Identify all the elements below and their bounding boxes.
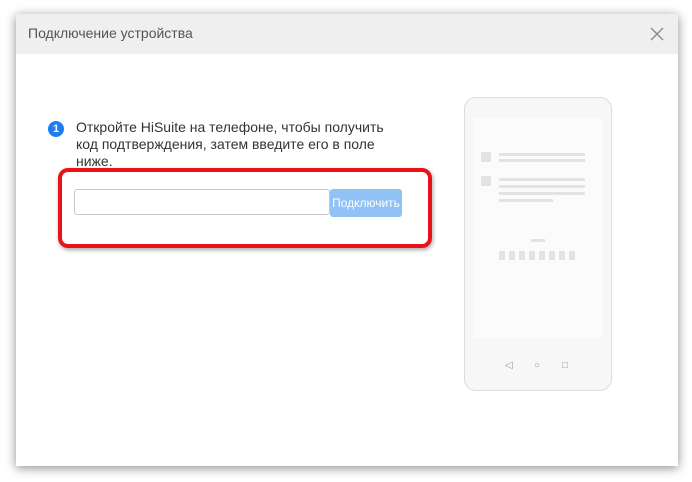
placeholder-dash bbox=[531, 239, 545, 242]
placeholder-code-cell bbox=[519, 251, 525, 260]
close-icon[interactable] bbox=[648, 25, 666, 43]
placeholder-line bbox=[499, 159, 585, 162]
placeholder-line bbox=[499, 185, 585, 188]
placeholder-checkbox bbox=[481, 152, 491, 162]
placeholder-line bbox=[499, 153, 585, 156]
placeholder-code-cell bbox=[569, 251, 575, 260]
placeholder-code-cell bbox=[529, 251, 535, 260]
placeholder-checkbox bbox=[481, 176, 491, 186]
phone-illustration: ◁ ○ □ bbox=[464, 97, 612, 391]
dialog-title: Подключение устройства bbox=[28, 25, 193, 41]
placeholder-line bbox=[499, 192, 585, 195]
placeholder-code-cell bbox=[499, 251, 505, 260]
verification-code-input[interactable] bbox=[74, 189, 330, 215]
phone-home-icon: ○ bbox=[534, 360, 541, 371]
placeholder-line bbox=[499, 199, 553, 202]
phone-screen bbox=[473, 118, 603, 338]
placeholder-line bbox=[499, 178, 585, 181]
placeholder-code-cell bbox=[559, 251, 565, 260]
phone-recent-icon: □ bbox=[562, 360, 569, 371]
placeholder-code-cell bbox=[539, 251, 545, 260]
placeholder-code-cell bbox=[509, 251, 515, 260]
phone-back-icon: ◁ bbox=[505, 360, 513, 371]
step-number-badge: 1 bbox=[48, 121, 64, 137]
connect-device-dialog: Подключение устройства 1 Откройте HiSuit… bbox=[16, 14, 678, 466]
dialog-titlebar: Подключение устройства bbox=[16, 14, 678, 54]
connect-button[interactable]: Подключить bbox=[330, 189, 402, 217]
step-instruction: Откройте HiSuite на телефоне, чтобы полу… bbox=[76, 119, 384, 169]
placeholder-code-cell bbox=[549, 251, 555, 260]
